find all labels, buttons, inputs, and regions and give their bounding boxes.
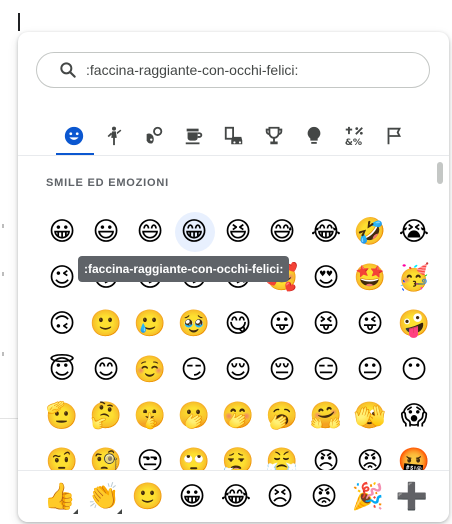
emoji-cell[interactable]: 😆 — [216, 209, 260, 255]
emoji-cell[interactable]: 🥱 — [260, 393, 304, 439]
favorite-emoji[interactable]: 👏 — [82, 474, 126, 520]
tab-objects[interactable] — [294, 118, 334, 154]
add-favorite-button[interactable]: ➕ — [390, 474, 434, 520]
emoji-cell[interactable]: 🤫 — [128, 393, 172, 439]
emoji-cell[interactable]: 😐 — [348, 347, 392, 393]
emoji-cell[interactable]: 😜 — [348, 301, 392, 347]
emoji-picker: :faccina-raggiante-con-occhi-felici: &% … — [18, 32, 449, 522]
emoji-cell[interactable]: 😊 — [84, 347, 128, 393]
emoji-cell[interactable]: 🤔 — [84, 393, 128, 439]
emoji-cell[interactable]: 😝 — [304, 301, 348, 347]
emoji-cell[interactable]: 🤗 — [304, 393, 348, 439]
emoji-cell[interactable]: ☺️ — [128, 347, 172, 393]
emoji-cell-hovered[interactable]: 😁 — [172, 209, 216, 255]
emoji-row: 🫡 🤔 🤫 🫢 🤭 🥱 🤗 🫣 😱 — [40, 393, 436, 439]
svg-text:&%: &% — [345, 137, 362, 147]
emoji-cell[interactable]: 😶 — [392, 347, 436, 393]
favorite-emoji[interactable]: 😀 — [170, 474, 214, 520]
favorite-emoji[interactable]: 🙂 — [126, 474, 170, 520]
emoji-cell[interactable]: 😃 — [84, 209, 128, 255]
emoji-cell[interactable]: 🤩 — [348, 255, 392, 301]
favorite-emoji[interactable]: 😡 — [302, 474, 346, 520]
emoji-cell[interactable]: 😅 — [260, 209, 304, 255]
tab-smileys[interactable] — [54, 118, 94, 155]
emoji-cell[interactable]: 😏 — [172, 347, 216, 393]
emoji-cell[interactable]: 🙃 — [40, 301, 84, 347]
background-mark — [2, 272, 4, 276]
emoji-cell[interactable]: 😍 — [304, 255, 348, 301]
coffee-icon — [185, 128, 203, 145]
person-icon — [107, 126, 122, 146]
lightbulb-icon — [307, 126, 321, 144]
tab-symbols[interactable]: &% — [334, 118, 374, 154]
tabs-divider — [18, 155, 449, 156]
emoji-cell[interactable]: 🫢 — [172, 393, 216, 439]
emoji-row: 😇 😊 ☺️ 😏 😌 😔 😑 😐 😶 — [40, 347, 436, 393]
favorites-bar: 👍 👏 🙂 😀 😂 😣 😡 🎉 ➕ — [18, 470, 449, 522]
emoji-cell[interactable]: 🥲 — [128, 301, 172, 347]
emoji-cell[interactable]: 😌 — [216, 347, 260, 393]
emoji-cell[interactable]: 🤭 — [216, 393, 260, 439]
section-title: SMILE ED EMOZIONI — [46, 177, 169, 189]
building-car-icon — [224, 126, 243, 145]
emoji-glyph: 😁 — [180, 217, 208, 247]
background-mark — [2, 224, 4, 228]
tab-people[interactable] — [94, 118, 134, 154]
trophy-icon — [265, 126, 283, 145]
emoji-cell[interactable]: 🫣 — [348, 393, 392, 439]
tab-travel-places[interactable] — [214, 118, 254, 154]
background-mark — [2, 352, 4, 356]
emoji-row: 😀 😃 😄 😁 😆 😅 😂 🤣 😭 — [40, 209, 436, 255]
tab-activities[interactable] — [254, 118, 294, 154]
search-bar[interactable]: :faccina-raggiante-con-occhi-felici: — [36, 52, 430, 88]
tab-animals-nature[interactable] — [134, 118, 174, 154]
emoji-cell[interactable]: 🤪 — [392, 301, 436, 347]
background-divider — [0, 418, 18, 419]
emoji-row: 🙃 🙂 🥲 🥹 😋 😛 😝 😜 🤪 — [40, 301, 436, 347]
emoji-cell[interactable]: 😋 — [216, 301, 260, 347]
emoji-cell[interactable]: 🥳 — [392, 255, 436, 301]
favorite-emoji[interactable]: 👍 — [38, 474, 82, 520]
emoji-cell[interactable]: 😭 — [392, 209, 436, 255]
emoji-cell[interactable]: 🙂 — [84, 301, 128, 347]
emoji-cell[interactable]: 🤣 — [348, 209, 392, 255]
smiley-icon — [64, 126, 84, 146]
emoji-tooltip: :faccina-raggiante-con-occhi-felici: — [78, 256, 290, 282]
flag-icon — [387, 127, 401, 145]
emoji-cell[interactable]: 😇 — [40, 347, 84, 393]
emoji-cell[interactable]: 😱 — [392, 393, 436, 439]
emoji-cell[interactable]: 🫡 — [40, 393, 84, 439]
search-input[interactable]: :faccina-raggiante-con-occhi-felici: — [86, 62, 298, 78]
favorite-emoji[interactable]: 😣 — [258, 474, 302, 520]
favorite-emoji[interactable]: 🎉 — [346, 474, 390, 520]
scrollbar-thumb[interactable] — [437, 162, 443, 184]
emoji-grid: 😀 😃 😄 😁 😆 😅 😂 🤣 😭 😉 😗 😙 😚 😘 🥰 😍 🤩 🥳 🙃 🙂 — [40, 209, 436, 485]
search-icon — [60, 62, 76, 78]
emoji-cell[interactable]: 😄 — [128, 209, 172, 255]
emoji-cell[interactable]: 😔 — [260, 347, 304, 393]
tab-food-drink[interactable] — [174, 118, 214, 154]
text-caret — [18, 13, 20, 31]
emoji-cell[interactable]: 😑 — [304, 347, 348, 393]
category-tabs: &% — [54, 118, 414, 155]
emoji-cell[interactable]: 🥹 — [172, 301, 216, 347]
emoji-cell[interactable]: 😛 — [260, 301, 304, 347]
emoji-cell[interactable]: 😀 — [40, 209, 84, 255]
symbols-icon: &% — [345, 126, 363, 147]
tab-flags[interactable] — [374, 118, 414, 154]
nature-icon — [146, 126, 163, 144]
emoji-cell[interactable]: 😂 — [304, 209, 348, 255]
favorite-emoji[interactable]: 😂 — [214, 474, 258, 520]
